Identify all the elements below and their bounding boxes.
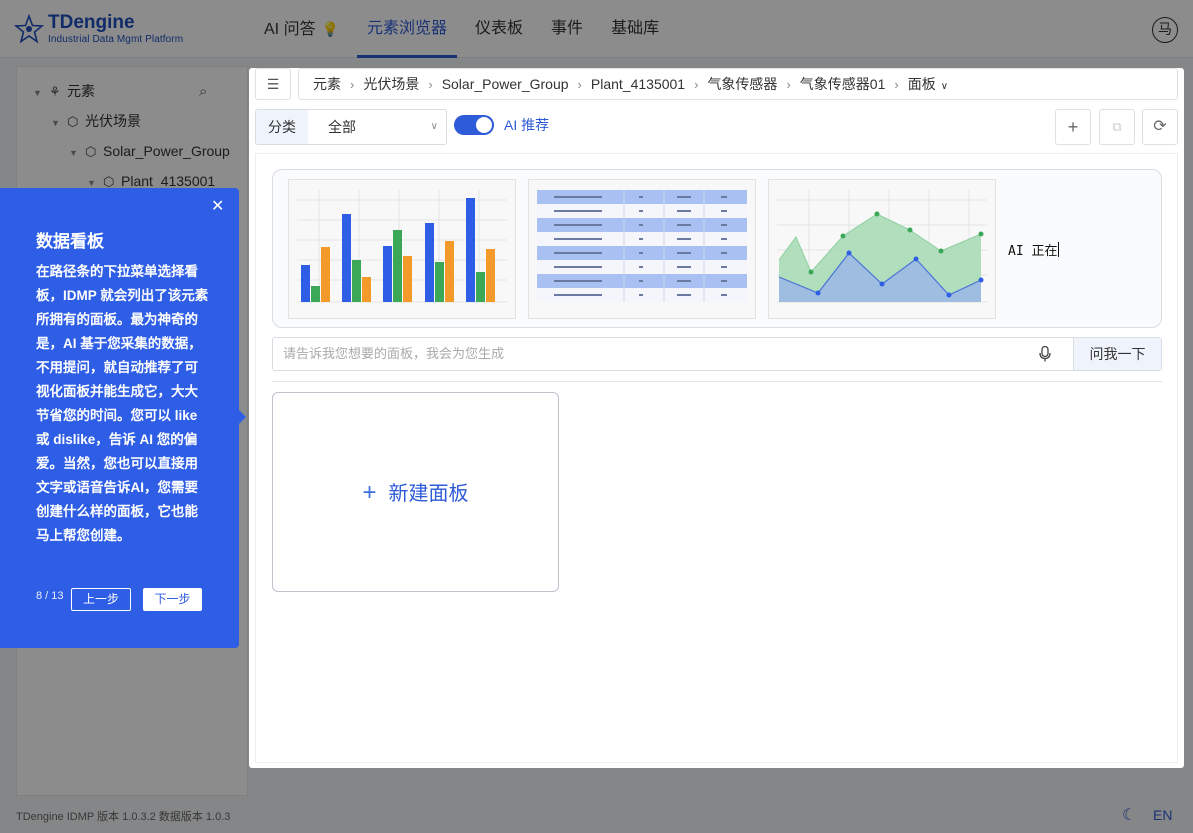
breadcrumb-item[interactable]: 光伏场景 [363, 74, 419, 94]
chevron-right-icon: › [577, 76, 582, 92]
ai-generating-text: AI 正在 [1008, 240, 1060, 259]
collapse-sidebar-icon[interactable]: ☰ [255, 68, 291, 100]
chevron-right-icon: › [694, 76, 699, 92]
breadcrumb-item[interactable]: 气象传感器 [707, 74, 777, 94]
tour-popover: ✕ 数据看板 在路径条的下拉菜单选择看板，IDMP 就会列出了该元素所拥有的面板… [0, 188, 246, 648]
category-select[interactable]: 全部 ∨ [308, 110, 446, 144]
microphone-icon[interactable] [1039, 346, 1051, 362]
new-panel-label-wrap: + 新建面板 [273, 477, 558, 507]
category-value: 全部 [328, 119, 356, 135]
main-panel: ☰ 元素 › 光伏场景 › Solar_Power_Group › Plant_413… [249, 68, 1184, 768]
ai-recommend-label: AI 推荐 [504, 117, 550, 133]
ask-ai-input[interactable]: 请告诉我您想要的面板，我会为您生成 [283, 338, 504, 370]
breadcrumb-item[interactable]: Plant_4135001 [591, 76, 685, 92]
new-panel-card[interactable]: + 新建面板 [272, 392, 559, 592]
tour-description: 在路径条的下拉菜单选择看板，IDMP 就会列出了该元素所拥有的面板。最为神奇的是… [36, 264, 209, 543]
refresh-button[interactable]: ⟳ [1142, 109, 1178, 145]
chevron-right-icon: › [428, 76, 433, 92]
filter-label: 分类 [256, 110, 308, 144]
plus-icon: + [1067, 117, 1079, 137]
suggestion-bar-chart[interactable] [288, 179, 516, 319]
area-chart-thumbnail [777, 190, 987, 303]
chevron-right-icon: › [350, 76, 355, 92]
chevron-right-icon: › [894, 76, 899, 92]
bar-chart-thumbnail [297, 190, 507, 303]
copy-button[interactable]: ⧉ [1099, 109, 1135, 145]
ai-recommend-toggle[interactable] [454, 115, 494, 135]
ai-typing-label: AI 正在 [1008, 244, 1058, 259]
tour-next-button[interactable]: 下一步 [143, 588, 202, 611]
divider [272, 381, 1162, 382]
new-panel-label: 新建面板 [388, 483, 469, 505]
refresh-icon: ⟳ [1153, 118, 1167, 135]
tour-title: 数据看板 [36, 232, 104, 251]
copy-icon: ⧉ [1112, 119, 1122, 134]
tour-step-counter: 8 / 13 [36, 590, 64, 602]
breadcrumb-item[interactable]: 元素 [313, 74, 341, 94]
add-panel-button[interactable]: + [1055, 109, 1091, 145]
ask-ai-button[interactable]: 问我一下 [1073, 338, 1161, 370]
chevron-down-icon: ∨ [430, 121, 438, 132]
breadcrumb: 元素 › 光伏场景 › Solar_Power_Group › Plant_41350… [298, 68, 1178, 100]
category-filter[interactable]: 分类 全部 ∨ [255, 109, 447, 145]
text-caret [1058, 242, 1060, 257]
breadcrumb-item[interactable]: Solar_Power_Group [442, 76, 569, 92]
ask-ai-box: 请告诉我您想要的面板，我会为您生成 问我一下 [272, 337, 1162, 371]
close-icon[interactable]: ✕ [211, 196, 224, 216]
table-thumbnail [537, 190, 747, 302]
chevron-down-icon: ∨ [940, 81, 949, 92]
panel-content: AI 正在 请告诉我您想要的面板，我会为您生成 问我一下 + 新建面板 [255, 153, 1178, 763]
tour-prev-button[interactable]: 上一步 [71, 588, 131, 611]
breadcrumb-panel-dropdown[interactable]: 面板 ∨ [908, 74, 948, 94]
ai-suggestions: AI 正在 [272, 169, 1162, 328]
plus-icon: + [362, 479, 377, 506]
chevron-right-icon: › [786, 76, 791, 92]
breadcrumb-item[interactable]: 气象传感器01 [800, 74, 886, 94]
suggestion-area-chart[interactable] [768, 179, 996, 319]
breadcrumb-last-label: 面板 [907, 76, 936, 92]
suggestion-table[interactable] [528, 179, 756, 319]
